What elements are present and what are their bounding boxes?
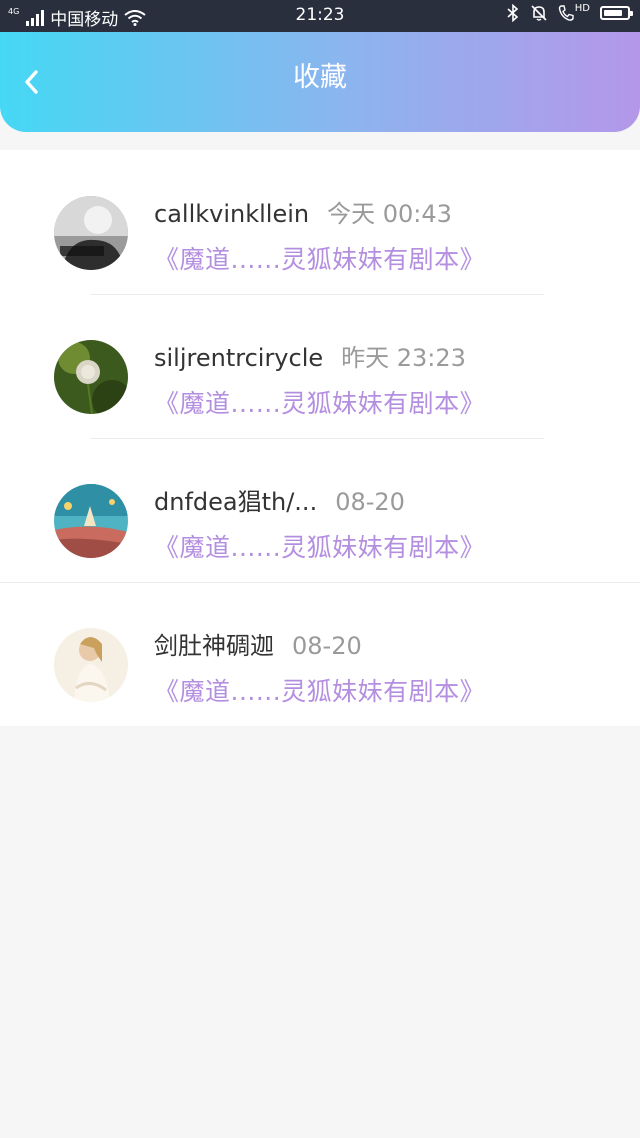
post-title-link[interactable]: 《魔道......灵狐妹妹有剧本》 — [154, 384, 485, 420]
timestamp: 今天 00:43 — [327, 200, 452, 228]
avatar[interactable] — [54, 340, 128, 414]
avatar-image — [54, 340, 128, 414]
timestamp: 昨天 23:23 — [341, 344, 466, 372]
header-bar: 收藏 — [0, 32, 640, 132]
avatar-image — [54, 196, 128, 270]
hd-label: HD — [574, 2, 590, 14]
avatar[interactable] — [54, 484, 128, 558]
hd-call-indicator: HD — [558, 2, 590, 22]
page-title: 收藏 — [293, 62, 347, 93]
favorites-list: callkvinkllein 今天 00:43 《魔道......灵狐妹妹有剧本… — [0, 150, 640, 726]
avatar-image — [54, 628, 128, 702]
status-right: HD — [506, 2, 633, 22]
user-name: 剑肚神碉迦 — [154, 632, 274, 660]
list-item[interactable]: siljrentrcirycle 昨天 23:23 《魔道......灵狐妹妹有… — [0, 294, 640, 438]
status-bar: 4G 中国移动 21:23 HD — [0, 0, 640, 32]
avatar[interactable] — [54, 628, 128, 702]
phone-icon — [558, 5, 574, 21]
post-title-link[interactable]: 《魔道......灵狐妹妹有剧本》 — [154, 240, 485, 276]
avatar[interactable] — [54, 196, 128, 270]
item-header: dnfdea猖th/... 08-20 — [154, 482, 405, 517]
user-name: callkvinkllein — [154, 200, 310, 228]
list-item[interactable]: callkvinkllein 今天 00:43 《魔道......灵狐妹妹有剧本… — [0, 150, 640, 294]
item-header: callkvinkllein 今天 00:43 — [154, 194, 452, 229]
avatar-image — [54, 484, 128, 558]
battery-icon — [600, 6, 633, 20]
item-header: 剑肚神碉迦 08-20 — [154, 626, 362, 661]
post-title-link[interactable]: 《魔道......灵狐妹妹有剧本》 — [154, 672, 485, 708]
timestamp: 08-20 — [292, 632, 362, 660]
post-title-link[interactable]: 《魔道......灵狐妹妹有剧本》 — [154, 528, 485, 564]
user-name: dnfdea猖th/... — [154, 488, 318, 516]
list-item[interactable]: 剑肚神碉迦 08-20 《魔道......灵狐妹妹有剧本》 — [0, 582, 640, 726]
battery-fill — [604, 10, 622, 16]
item-header: siljrentrcirycle 昨天 23:23 — [154, 338, 466, 373]
mute-bell-icon — [531, 5, 547, 21]
timestamp: 08-20 — [335, 488, 405, 516]
list-item[interactable]: dnfdea猖th/... 08-20 《魔道......灵狐妹妹有剧本》 — [0, 438, 640, 582]
user-name: siljrentrcirycle — [154, 344, 324, 372]
bluetooth-icon — [507, 4, 518, 22]
